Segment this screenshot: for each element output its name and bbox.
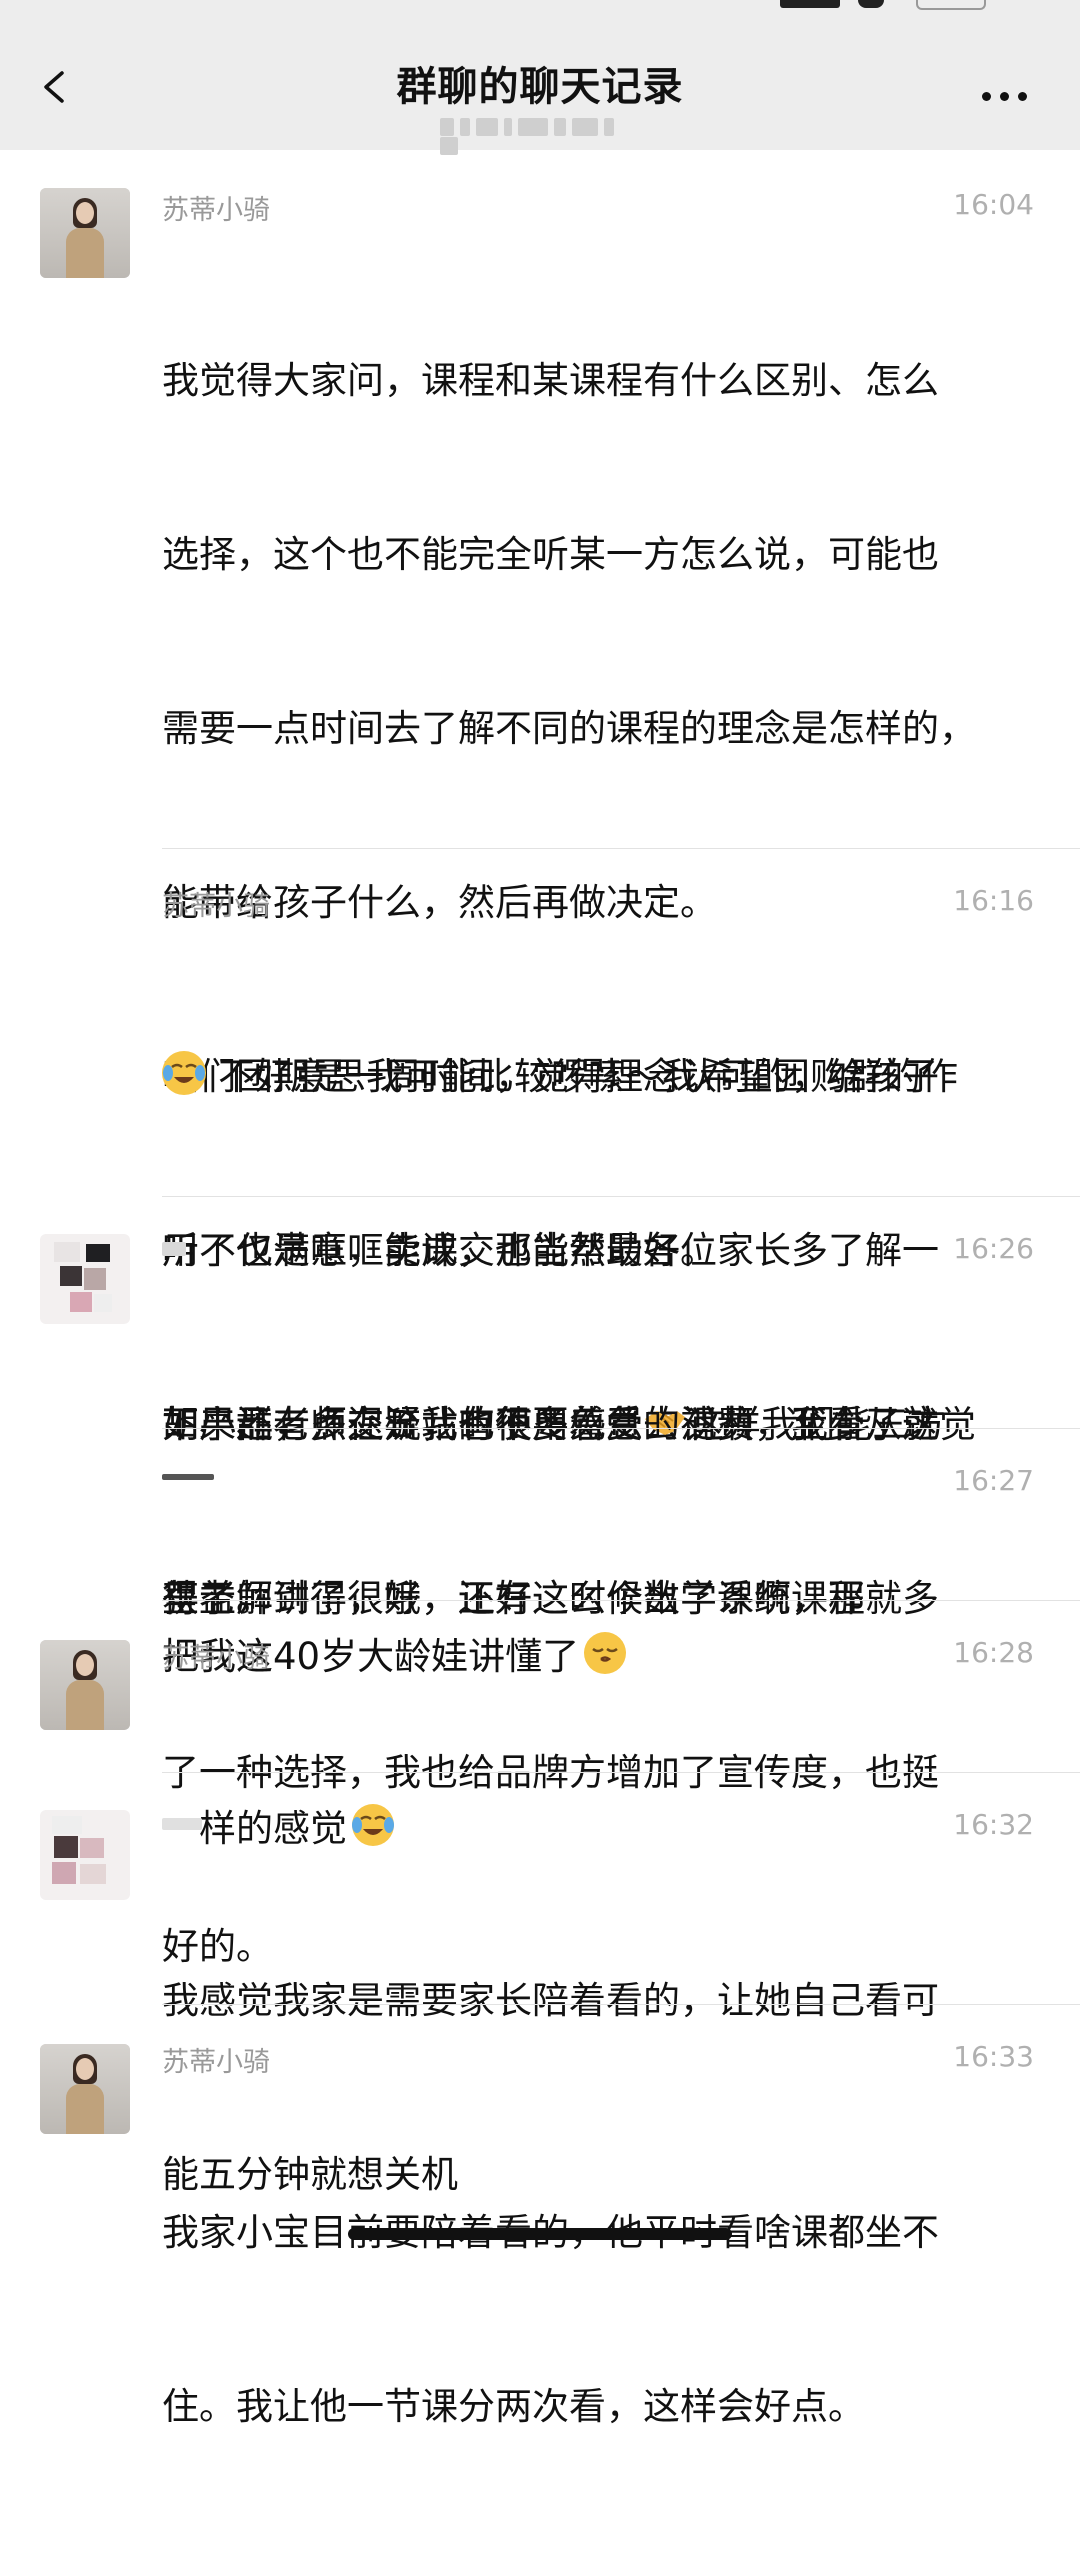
divider	[162, 1772, 1080, 1773]
message-text: 我家小宝目前要陪着看的，他平时看啥课都坐不 住。我让他一节课分两次看，这样会好点…	[162, 2211, 939, 2428]
page-title: 群聊的聊天记录	[396, 64, 684, 110]
divider	[162, 1428, 1080, 1429]
crying-laughing-emoji-icon	[162, 1051, 206, 1095]
sender-name: 苏蒂小骑	[162, 195, 270, 226]
message-time: 16:04	[953, 188, 1034, 221]
sender-name-redacted	[162, 1242, 186, 1256]
more-dots-icon[interactable]	[982, 86, 1042, 102]
message-time: 16:28	[953, 1636, 1034, 1669]
avatar[interactable]	[40, 1234, 130, 1324]
wifi-icon	[858, 0, 884, 8]
divider	[162, 1196, 1080, 1197]
group-subtitle-redacted	[440, 118, 640, 155]
nav-bar: 群聊的聊天记录	[0, 20, 1080, 155]
sender-name-redacted	[162, 1474, 214, 1480]
kissing-emoji-icon	[583, 1631, 627, 1675]
sender-name-redacted	[162, 1818, 202, 1830]
avatar[interactable]	[40, 2044, 130, 2134]
sender-name: 苏蒂小骑	[162, 1643, 270, 1674]
battery-icon	[916, 0, 986, 10]
divider	[162, 1600, 1080, 1601]
divider	[162, 2004, 1080, 2005]
home-indicator[interactable]	[348, 2228, 732, 2240]
sender-name: 苏蒂小骑	[162, 891, 270, 922]
message-time: 16:32	[953, 1808, 1034, 1841]
divider	[162, 848, 1080, 849]
avatar[interactable]	[40, 1640, 130, 1730]
sender-name: 苏蒂小骑	[162, 2047, 270, 2078]
avatar[interactable]	[40, 188, 130, 278]
message-time: 16:33	[953, 2040, 1034, 2073]
message-time: 16:26	[953, 1232, 1034, 1265]
message-time: 16:16	[953, 884, 1034, 917]
cellular-signal-icon	[780, 0, 840, 8]
avatar[interactable]	[40, 1810, 130, 1900]
status-bar	[0, 0, 1080, 20]
message-time: 16:27	[953, 1464, 1034, 1497]
crying-laughing-emoji-icon	[351, 1803, 395, 1847]
